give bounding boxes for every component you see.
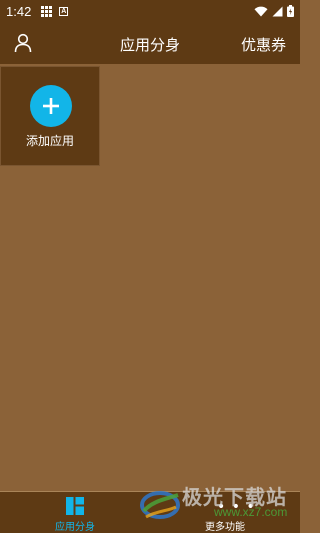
grid-app-icon — [41, 5, 53, 17]
status-left-icons: A — [41, 5, 69, 17]
status-right-icons — [254, 5, 294, 17]
add-app-label: 添加应用 — [25, 134, 74, 148]
nav-item-more-features[interactable]: • • • 更多功能 — [175, 492, 275, 533]
battery-icon — [287, 5, 294, 17]
nav-label-more-features: 更多功能 — [205, 522, 245, 533]
app-header: 应用分身 优惠券 — [0, 22, 300, 64]
status-time: 1:42 — [6, 3, 32, 19]
more-dots-icon: • • • — [217, 499, 256, 515]
nav-item-app-clone[interactable]: 应用分身 — [25, 492, 125, 533]
plus-icon — [43, 98, 59, 114]
status-bar: 1:42 A — [0, 0, 300, 22]
nav-label-app-clone: 应用分身 — [55, 522, 95, 533]
bottom-nav: 应用分身 • • • 更多功能 — [0, 491, 300, 533]
add-app-button[interactable] — [30, 85, 72, 127]
a-notification-icon: A — [59, 6, 69, 16]
coupon-button[interactable]: 优惠券 — [241, 34, 286, 55]
signal-icon — [272, 6, 283, 16]
dashboard-icon — [66, 497, 84, 515]
add-app-tile[interactable]: 添加应用 — [0, 66, 100, 166]
wifi-icon — [254, 6, 268, 16]
